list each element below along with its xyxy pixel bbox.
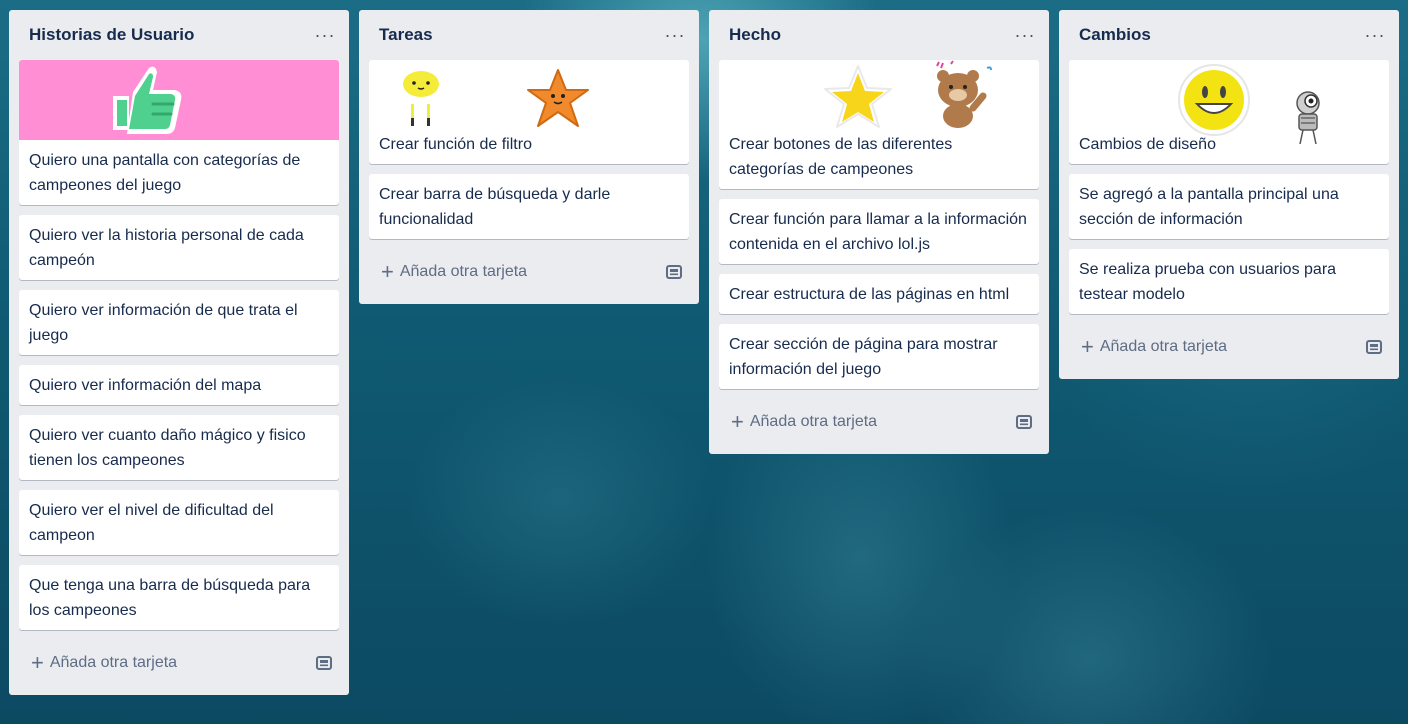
- list-menu-button[interactable]: ···: [1361, 21, 1389, 49]
- card[interactable]: Que tenga una barra de búsqueda para los…: [19, 565, 339, 630]
- card-template-icon[interactable]: [665, 263, 683, 281]
- card[interactable]: Crear estructura de las páginas en html: [719, 274, 1039, 314]
- card-text: Se realiza prueba con usuarios para test…: [1079, 261, 1337, 303]
- card-text: Quiero ver la historia personal de cada …: [29, 227, 304, 269]
- card-text: Quiero ver información de que trata el j…: [29, 302, 298, 344]
- add-card-row: + Añada otra tarjeta: [19, 640, 339, 685]
- add-card-button[interactable]: + Añada otra tarjeta: [381, 258, 528, 284]
- plus-icon: +: [31, 649, 44, 675]
- card[interactable]: Se agregó a la pantalla principal una se…: [1069, 174, 1389, 239]
- card-text: Quiero una pantalla con categorías de ca…: [29, 152, 301, 194]
- card[interactable]: Quiero ver la historia personal de cada …: [19, 215, 339, 280]
- list-historias-de-usuario: Historias de Usuario ··· Quiero una pant…: [9, 10, 349, 695]
- card[interactable]: Crear función de filtro: [369, 60, 689, 164]
- card-stickers: [369, 60, 689, 130]
- list-header: Hecho ···: [719, 10, 1039, 60]
- bear-sticker: [936, 60, 992, 128]
- card[interactable]: Quiero ver el nivel de dificultad del ca…: [19, 490, 339, 555]
- card-text: Crear estructura de las páginas en html: [729, 286, 1010, 303]
- list-header: Cambios ···: [1069, 10, 1389, 60]
- add-card-row: + Añada otra tarjeta: [369, 249, 689, 294]
- list-hecho: Hecho ··· Crear botones de las diferente…: [709, 10, 1049, 454]
- card-text: Se agregó a la pantalla principal una se…: [1079, 186, 1339, 228]
- add-card-button[interactable]: + Añada otra tarjeta: [31, 649, 178, 675]
- plus-icon: +: [1081, 333, 1094, 359]
- card[interactable]: Quiero ver cuanto daño mágico y fisico t…: [19, 415, 339, 480]
- list-menu-button[interactable]: ···: [661, 21, 689, 49]
- card[interactable]: Crear barra de búsqueda y darle funciona…: [369, 174, 689, 239]
- list-menu-button[interactable]: ···: [1011, 21, 1039, 49]
- star-sticker: [824, 65, 892, 128]
- add-card-button[interactable]: + Añada otra tarjeta: [731, 408, 878, 434]
- plus-icon: +: [731, 408, 744, 434]
- list-title[interactable]: Hecho: [729, 25, 781, 45]
- card-text: Crear barra de búsqueda y darle funciona…: [379, 186, 611, 228]
- smiley-sticker: [1178, 64, 1250, 136]
- list-title[interactable]: Tareas: [379, 25, 433, 45]
- card-text: Crear función para llamar a la informaci…: [729, 211, 1027, 253]
- card-text: Quiero ver cuanto daño mágico y fisico t…: [29, 427, 306, 469]
- card-text: Crear función de filtro: [379, 136, 532, 153]
- card-text: Que tenga una barra de búsqueda para los…: [29, 577, 311, 619]
- list-title[interactable]: Cambios: [1079, 25, 1151, 45]
- add-card-row: + Añada otra tarjeta: [719, 399, 1039, 444]
- list-header: Historias de Usuario ···: [19, 10, 339, 60]
- board: Historias de Usuario ··· Quiero una pant…: [0, 0, 1408, 724]
- card-cover: [19, 60, 339, 140]
- list-menu-button[interactable]: ···: [311, 21, 339, 49]
- card-template-icon[interactable]: [315, 654, 333, 672]
- card-text: Crear botones de las diferentes categorí…: [729, 136, 953, 178]
- card-text: Quiero ver el nivel de dificultad del ca…: [29, 502, 274, 544]
- card-text: Crear sección de página para mostrar inf…: [729, 336, 998, 378]
- add-card-label: Añada otra tarjeta: [1099, 337, 1228, 355]
- list-title[interactable]: Historias de Usuario: [29, 25, 194, 45]
- card-text: Quiero ver información del mapa: [29, 377, 262, 394]
- card[interactable]: Quiero ver información de que trata el j…: [19, 290, 339, 355]
- list-header: Tareas ···: [369, 10, 689, 60]
- card-stickers: [1069, 60, 1389, 145]
- list-cambios: Cambios ··· Cambios de diseño Se agregó …: [1059, 10, 1399, 379]
- card[interactable]: Crear botones de las diferentes categorí…: [719, 60, 1039, 189]
- card[interactable]: Cambios de diseño: [1069, 60, 1389, 164]
- list-tareas: Tareas ··· Crear función de filtro Crear…: [359, 10, 699, 304]
- card-stickers: [719, 60, 1039, 130]
- card-template-icon[interactable]: [1015, 413, 1033, 431]
- card-template-icon[interactable]: [1365, 338, 1383, 356]
- add-card-button[interactable]: + Añada otra tarjeta: [1081, 333, 1228, 359]
- thumbs-up-icon: [113, 66, 182, 134]
- card[interactable]: Crear función para llamar a la informaci…: [719, 199, 1039, 264]
- jellyfish-sticker: [403, 71, 439, 126]
- starfish-sticker: [527, 69, 589, 127]
- card[interactable]: Quiero una pantalla con categorías de ca…: [19, 60, 339, 205]
- plus-icon: +: [381, 258, 394, 284]
- robot-sticker: [1296, 91, 1320, 145]
- card[interactable]: Se realiza prueba con usuarios para test…: [1069, 249, 1389, 314]
- card[interactable]: Crear sección de página para mostrar inf…: [719, 324, 1039, 389]
- add-card-label: Añada otra tarjeta: [399, 262, 528, 280]
- add-card-label: Añada otra tarjeta: [49, 653, 178, 671]
- add-card-label: Añada otra tarjeta: [749, 412, 878, 430]
- add-card-row: + Añada otra tarjeta: [1069, 324, 1389, 369]
- card[interactable]: Quiero ver información del mapa: [19, 365, 339, 405]
